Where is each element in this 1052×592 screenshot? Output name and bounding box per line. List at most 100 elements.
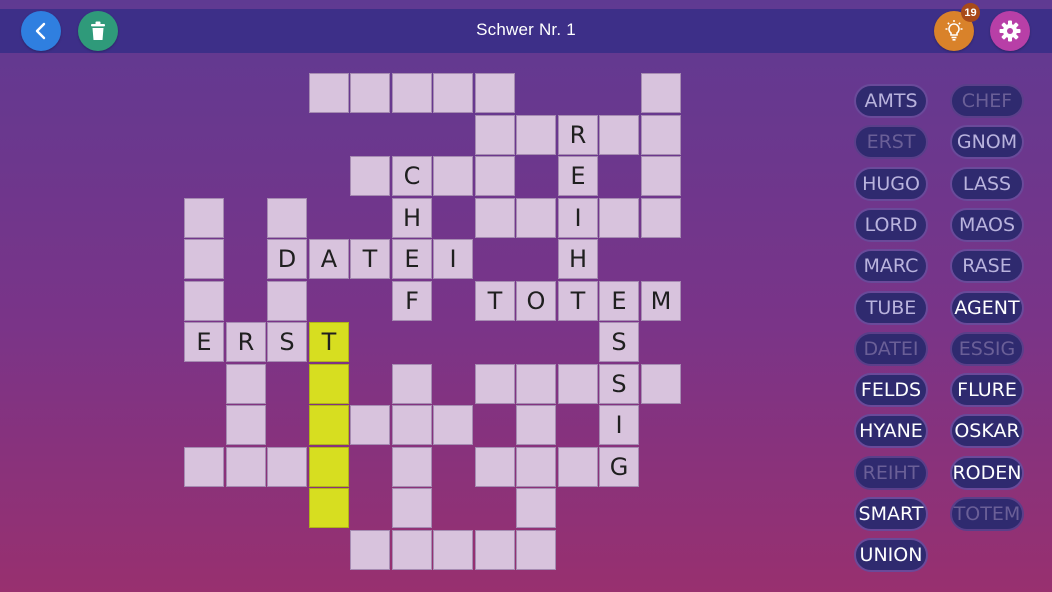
grid-cell[interactable]: E xyxy=(184,322,224,362)
grid-cell[interactable]: R xyxy=(558,115,598,155)
grid-cell[interactable] xyxy=(599,198,639,238)
grid-cell[interactable] xyxy=(267,447,307,487)
word-chip[interactable]: HUGO xyxy=(854,167,928,201)
grid-cell[interactable] xyxy=(599,115,639,155)
grid-cell[interactable]: T xyxy=(558,281,598,321)
grid-cell[interactable] xyxy=(433,405,473,445)
grid-cell[interactable]: S xyxy=(599,364,639,404)
grid-cell[interactable]: S xyxy=(267,322,307,362)
word-chip[interactable]: TUBE xyxy=(854,291,928,325)
word-chip[interactable]: UNION xyxy=(854,538,928,572)
word-chip[interactable]: MARC xyxy=(854,249,928,283)
grid-cell[interactable] xyxy=(516,405,556,445)
grid-cell[interactable]: H xyxy=(558,239,598,279)
grid-cell-highlighted[interactable] xyxy=(309,405,349,445)
grid-cell[interactable] xyxy=(641,364,681,404)
grid-cell[interactable] xyxy=(392,488,432,528)
grid-cell[interactable]: C xyxy=(392,156,432,196)
grid-cell[interactable] xyxy=(475,115,515,155)
grid-cell[interactable]: G xyxy=(599,447,639,487)
grid-cell[interactable] xyxy=(392,405,432,445)
grid-cell[interactable] xyxy=(475,447,515,487)
grid-cell-highlighted[interactable] xyxy=(309,364,349,404)
word-chip[interactable]: FLURE xyxy=(950,373,1024,407)
grid-cell[interactable]: I xyxy=(433,239,473,279)
grid-cell[interactable]: F xyxy=(392,281,432,321)
grid-cell[interactable] xyxy=(226,405,266,445)
grid-cell[interactable]: E xyxy=(558,156,598,196)
grid-cell[interactable] xyxy=(641,73,681,113)
grid-cell[interactable] xyxy=(226,447,266,487)
word-chip[interactable]: SMART xyxy=(854,497,928,531)
grid-cell[interactable] xyxy=(516,488,556,528)
grid-cell[interactable] xyxy=(184,447,224,487)
word-chip[interactable]: TOTEM xyxy=(950,497,1024,531)
word-chip[interactable]: MAOS xyxy=(950,208,1024,242)
word-chip[interactable]: LORD xyxy=(854,208,928,242)
grid-cell[interactable]: M xyxy=(641,281,681,321)
grid-cell-highlighted[interactable]: T xyxy=(309,322,349,362)
grid-cell[interactable] xyxy=(433,156,473,196)
grid-cell[interactable] xyxy=(516,447,556,487)
grid-cell[interactable] xyxy=(226,364,266,404)
grid-cell[interactable] xyxy=(184,239,224,279)
grid-cell[interactable] xyxy=(267,281,307,321)
grid-cell[interactable] xyxy=(475,364,515,404)
grid-cell[interactable] xyxy=(350,156,390,196)
grid-cell[interactable] xyxy=(392,364,432,404)
word-chip[interactable]: HYANE xyxy=(854,414,928,448)
grid-cell[interactable] xyxy=(433,73,473,113)
grid-cell[interactable] xyxy=(392,73,432,113)
grid-cell[interactable] xyxy=(641,198,681,238)
grid-cell[interactable] xyxy=(392,447,432,487)
grid-cell[interactable] xyxy=(392,530,432,570)
grid-cell-highlighted[interactable] xyxy=(309,447,349,487)
grid-cell[interactable]: I xyxy=(599,405,639,445)
grid-cell[interactable] xyxy=(184,281,224,321)
grid-cell[interactable]: E xyxy=(599,281,639,321)
grid-cell[interactable] xyxy=(516,530,556,570)
grid-cell[interactable] xyxy=(350,530,390,570)
grid-cell[interactable] xyxy=(641,156,681,196)
grid-cell[interactable] xyxy=(184,198,224,238)
grid-cell[interactable]: R xyxy=(226,322,266,362)
word-chip[interactable]: RODEN xyxy=(950,456,1024,490)
grid-cell[interactable] xyxy=(516,115,556,155)
word-chip[interactable]: RASE xyxy=(950,249,1024,283)
grid-cell[interactable] xyxy=(641,115,681,155)
grid-cell-highlighted[interactable] xyxy=(309,488,349,528)
grid-cell[interactable] xyxy=(350,73,390,113)
grid-cell[interactable] xyxy=(558,364,598,404)
grid-cell[interactable] xyxy=(475,198,515,238)
grid-cell[interactable] xyxy=(516,364,556,404)
word-chip[interactable]: ERST xyxy=(854,125,928,159)
grid-cell[interactable] xyxy=(475,530,515,570)
grid-cell[interactable] xyxy=(475,156,515,196)
grid-cell[interactable]: T xyxy=(350,239,390,279)
grid-cell[interactable] xyxy=(558,447,598,487)
word-chip[interactable]: FELDS xyxy=(854,373,928,407)
word-chip[interactable]: AMTS xyxy=(854,84,928,118)
grid-cell[interactable]: O xyxy=(516,281,556,321)
word-chip[interactable]: LASS xyxy=(950,167,1024,201)
grid-cell[interactable]: T xyxy=(475,281,515,321)
grid-cell[interactable]: S xyxy=(599,322,639,362)
grid-cell[interactable] xyxy=(475,73,515,113)
grid-cell[interactable]: D xyxy=(267,239,307,279)
grid-cell[interactable] xyxy=(350,405,390,445)
grid-cell[interactable]: A xyxy=(309,239,349,279)
word-chip[interactable]: OSKAR xyxy=(950,414,1024,448)
word-chip[interactable]: REIHT xyxy=(854,456,928,490)
word-chip[interactable]: CHEF xyxy=(950,84,1024,118)
grid-cell[interactable] xyxy=(516,198,556,238)
grid-cell[interactable] xyxy=(433,530,473,570)
grid-cell[interactable] xyxy=(309,73,349,113)
word-chip[interactable]: GNOM xyxy=(950,125,1024,159)
grid-cell[interactable] xyxy=(267,198,307,238)
grid-cell[interactable]: H xyxy=(392,198,432,238)
grid-cell[interactable]: I xyxy=(558,198,598,238)
grid-cell[interactable]: E xyxy=(392,239,432,279)
word-chip[interactable]: AGENT xyxy=(950,291,1024,325)
word-chip[interactable]: DATEI xyxy=(854,332,928,366)
word-chip[interactable]: ESSIG xyxy=(950,332,1024,366)
